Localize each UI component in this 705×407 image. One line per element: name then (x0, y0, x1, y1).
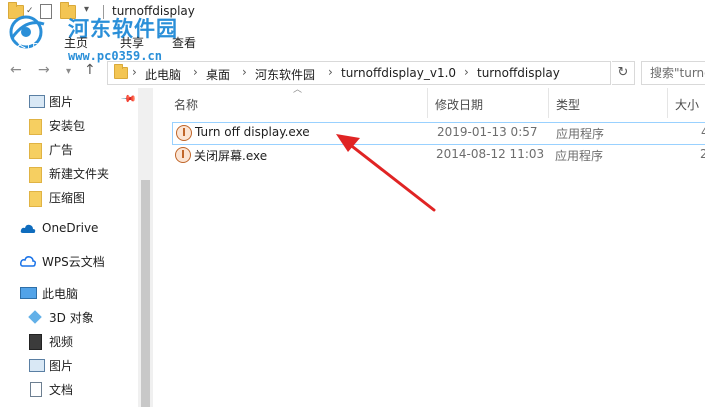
nav-item-this-pc[interactable]: 此电脑 (0, 282, 140, 304)
column-divider[interactable] (548, 88, 549, 118)
red-arrow-annotation (336, 134, 436, 212)
forward-arrow-icon[interactable]: → (38, 62, 50, 78)
breadcrumb-turnoffdisplay-v1[interactable]: turnoffdisplay_v1.0 (341, 66, 456, 80)
nav-item-label: 压缩图 (49, 191, 86, 205)
breadcrumb-hedong[interactable]: 河东软件园 (255, 66, 315, 83)
file-name: Turn off display.exe (195, 125, 310, 139)
nav-item-onedrive[interactable]: OneDrive (0, 218, 140, 240)
power-app-icon (176, 125, 192, 141)
breadcrumb-this-pc[interactable]: 此电脑 (145, 66, 181, 83)
pin-icon[interactable]: 📌 (120, 91, 137, 108)
nav-item-label: WPS云文档 (42, 255, 105, 269)
nav-item-label: 安装包 (49, 119, 86, 133)
breadcrumb-turnoffdisplay[interactable]: turnoffdisplay (477, 66, 560, 80)
address-bar[interactable]: › 此电脑 › 桌面 › 河东软件园 › turnoffdisplay_v1.0… (107, 61, 705, 85)
nav-item-label: 广告 (49, 143, 74, 157)
column-header-date[interactable]: 修改日期 (435, 96, 483, 113)
folder-icon (29, 167, 42, 183)
scrollbar-thumb[interactable] (141, 180, 150, 407)
nav-item-installers[interactable]: 安装包 (0, 114, 140, 136)
chevron-right-icon[interactable]: › (132, 65, 137, 79)
column-header-size[interactable]: 大小 (675, 96, 699, 113)
ribbon-tabs: 文件 主页 共享 查看 (0, 26, 705, 52)
nav-item-label: 视频 (49, 335, 74, 349)
column-header-name[interactable]: 名称 (174, 96, 198, 113)
folder-icon (29, 143, 42, 159)
3d-objects-icon (28, 310, 42, 324)
address-row: ← → ▾ ↑ › 此电脑 › 桌面 › 河东软件园 › turnoffdisp… (0, 56, 705, 86)
file-type: 应用程序 (555, 149, 604, 163)
column-divider[interactable] (667, 88, 668, 118)
file-name: 关闭屏幕.exe (194, 149, 268, 163)
nav-item-label: 文档 (49, 383, 74, 397)
documents-icon (30, 382, 42, 397)
computer-icon (20, 287, 37, 299)
file-size: 2 (700, 147, 705, 161)
navigation-pane: 图片 📌 安装包 广告 新建文件夹 压缩图 OneDrive WPS云文档 此电… (0, 88, 153, 407)
search-input[interactable]: 搜索"turnoffdisplay" (641, 61, 705, 85)
nav-item-documents[interactable]: 文档 (0, 378, 140, 400)
sort-ascending-icon: ︿ (293, 85, 303, 95)
nav-item-new-folder[interactable]: 新建文件夹 (0, 162, 140, 184)
folder-icon (114, 64, 128, 79)
file-date: 2019-01-13 0:57 (437, 125, 538, 139)
refresh-icon[interactable]: ↻ (612, 61, 635, 85)
chevron-right-icon[interactable]: › (464, 65, 469, 79)
power-app-icon (175, 147, 191, 163)
tab-home[interactable]: 主页 (64, 34, 88, 51)
chevron-right-icon[interactable]: › (193, 65, 198, 79)
file-type: 应用程序 (556, 127, 605, 141)
recent-locations-icon[interactable]: ▾ (66, 64, 71, 80)
nav-item-pictures-pc[interactable]: 图片 (0, 354, 140, 376)
nav-item-ads[interactable]: 广告 (0, 138, 140, 160)
up-arrow-icon[interactable]: ↑ (84, 62, 96, 78)
nav-item-label: 新建文件夹 (49, 167, 110, 181)
folder-icon (29, 119, 42, 135)
cloud-icon (20, 224, 36, 233)
video-icon (29, 334, 42, 350)
nav-item-label: OneDrive (42, 221, 99, 235)
pictures-icon (29, 359, 45, 372)
nav-scrollbar[interactable] (138, 88, 153, 407)
column-header-type[interactable]: 类型 (556, 96, 580, 113)
chevron-right-icon[interactable]: › (328, 65, 333, 79)
pictures-icon (29, 95, 45, 108)
nav-item-videos[interactable]: 视频 (0, 330, 140, 352)
nav-item-label: 此电脑 (42, 287, 79, 301)
file-size: 4 (701, 125, 705, 139)
nav-item-compressed-images[interactable]: 压缩图 (0, 186, 140, 208)
nav-item-label: 图片 (49, 95, 74, 109)
folder-icon (29, 191, 42, 207)
wps-cloud-icon (20, 256, 36, 267)
tab-file[interactable]: 文件 (14, 34, 38, 51)
nav-item-pictures[interactable]: 图片 📌 (0, 90, 140, 112)
column-divider[interactable] (427, 88, 428, 118)
nav-item-label: 3D 对象 (49, 311, 94, 325)
chevron-right-icon[interactable]: › (242, 65, 247, 79)
breadcrumb-desktop[interactable]: 桌面 (206, 66, 230, 83)
tab-view[interactable]: 查看 (172, 34, 196, 51)
back-arrow-icon[interactable]: ← (10, 62, 22, 78)
nav-item-3d-objects[interactable]: 3D 对象 (0, 306, 140, 328)
file-date: 2014-08-12 11:03 (436, 147, 545, 161)
nav-item-wps-cloud[interactable]: WPS云文档 (0, 250, 140, 272)
nav-item-label: 图片 (49, 359, 74, 373)
tab-share[interactable]: 共享 (120, 34, 144, 51)
